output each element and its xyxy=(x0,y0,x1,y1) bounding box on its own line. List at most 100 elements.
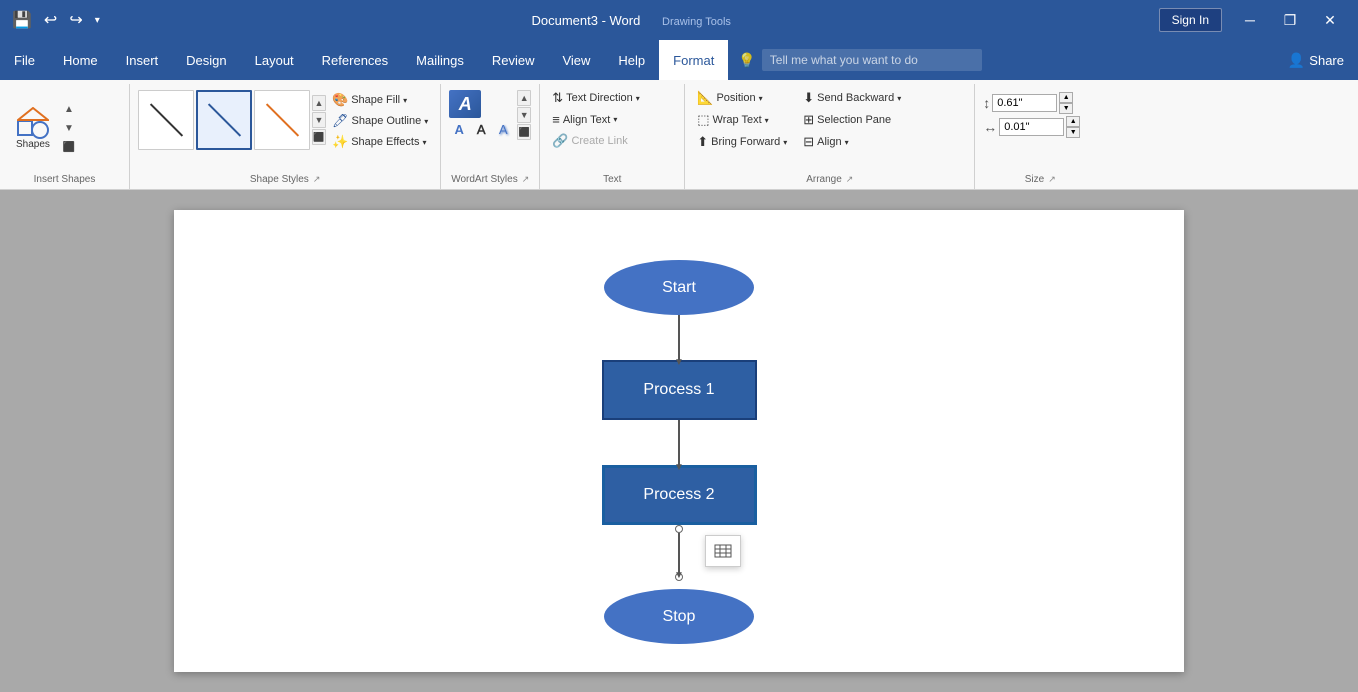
shape-effects-button[interactable]: ✨ Shape Effects ▾ xyxy=(328,132,432,152)
height-input[interactable] xyxy=(992,94,1057,112)
bring-forward-icon: ⬆ xyxy=(697,134,708,150)
tell-me-bar[interactable]: 💡 xyxy=(728,40,1274,80)
wordart-scroll-down[interactable]: ▼ xyxy=(517,107,531,123)
align-text-dropdown: ▾ xyxy=(613,115,617,124)
shapes-icon xyxy=(17,107,49,139)
size-expand-icon[interactable]: ↗ xyxy=(1048,174,1056,185)
canvas-area[interactable]: Start Process 1 Process 2 xyxy=(0,190,1358,692)
menu-format[interactable]: Format xyxy=(659,40,728,80)
shape-fill-button[interactable]: 🎨 Shape Fill ▾ xyxy=(328,90,432,110)
wordart-styles-group: A A A A ▲ ▼ ⬛ WordArt Styles ↗ xyxy=(441,84,540,189)
wrap-text-button[interactable]: ⬚ Wrap Text ▾ xyxy=(693,110,791,130)
size-group: ↕ ▲ ▼ ↔ ▲ ▼ Size ↗ xyxy=(975,84,1105,189)
arrow-2 xyxy=(678,420,680,465)
align-button[interactable]: ⊟ Align ▾ xyxy=(799,132,905,152)
start-shape[interactable]: Start xyxy=(604,260,754,315)
arrange-expand-icon[interactable]: ↗ xyxy=(846,174,854,185)
width-spinner: ▲ ▼ xyxy=(1066,116,1080,138)
style-scroll-expand[interactable]: ⬛ xyxy=(312,129,326,145)
create-link-button[interactable]: 🔗 Create Link xyxy=(548,131,644,151)
process1-shape[interactable]: Process 1 xyxy=(602,360,757,420)
qat-more-button[interactable]: ▾ xyxy=(91,11,104,30)
menu-mailings[interactable]: Mailings xyxy=(402,40,478,80)
wrap-text-icon: ⬚ xyxy=(697,112,709,128)
height-icon: ↕ xyxy=(983,95,990,111)
wordart-text-fill[interactable]: A xyxy=(449,120,469,138)
menu-view[interactable]: View xyxy=(548,40,604,80)
position-button[interactable]: 📐 Position ▾ xyxy=(693,88,791,108)
outline-icon: 🖊 xyxy=(332,113,349,129)
height-spin-up[interactable]: ▲ xyxy=(1059,92,1073,103)
sign-in-button[interactable]: Sign In xyxy=(1159,8,1222,32)
width-spin-down[interactable]: ▼ xyxy=(1066,127,1080,138)
connector-section: ▼ xyxy=(675,525,683,581)
menu-review[interactable]: Review xyxy=(478,40,549,80)
close-button[interactable]: ✕ xyxy=(1310,4,1350,36)
menu-design[interactable]: Design xyxy=(172,40,240,80)
height-spinner: ▲ ▼ xyxy=(1059,92,1073,114)
menu-help[interactable]: Help xyxy=(604,40,659,80)
wordart-text-effects[interactable]: A xyxy=(493,120,513,138)
tell-me-input[interactable] xyxy=(762,49,982,71)
shape-styles-expand-icon[interactable]: ↗ xyxy=(313,174,321,185)
wordart-scroll-expand[interactable]: ⬛ xyxy=(517,124,531,140)
wordart-scroll-up[interactable]: ▲ xyxy=(517,90,531,106)
flowchart: Start Process 1 Process 2 xyxy=(602,260,757,644)
floating-toolbar-inner xyxy=(705,535,741,567)
share-button[interactable]: 👤 Share xyxy=(1274,40,1358,80)
insert-shapes-group: Shapes ▲ ▼ ⬛ Insert Shapes xyxy=(0,84,130,189)
minimize-button[interactable]: ─ xyxy=(1230,4,1270,36)
menu-layout[interactable]: Layout xyxy=(241,40,308,80)
process2-shape[interactable]: Process 2 xyxy=(602,465,757,525)
width-input[interactable] xyxy=(999,118,1064,136)
width-spin-up[interactable]: ▲ xyxy=(1066,116,1080,127)
wordart-text-outline[interactable]: A xyxy=(471,120,491,138)
menu-insert[interactable]: Insert xyxy=(112,40,173,80)
arrange-group-label: Arrange ↗ xyxy=(689,172,970,189)
line-preview-black xyxy=(149,103,182,136)
align-icon: ⊟ xyxy=(803,134,814,150)
shape-styles-label: Shape Styles ↗ xyxy=(134,172,436,189)
effects-icon: ✨ xyxy=(332,134,348,150)
shape-outline-button[interactable]: 🖊 Shape Outline ▾ xyxy=(328,111,432,131)
wordart-a-button[interactable]: A xyxy=(449,90,481,118)
shapes-expand[interactable]: ⬛ xyxy=(60,138,78,156)
style-scroll-down[interactable]: ▼ xyxy=(312,112,326,128)
arrange-right-col: ⬇ Send Backward ▾ ⊞ Selection Pane ⊟ Ali… xyxy=(799,88,905,152)
shape-style-1[interactable] xyxy=(138,90,194,150)
save-button[interactable]: 💾 xyxy=(8,6,36,34)
selection-pane-button[interactable]: ⊞ Selection Pane xyxy=(799,110,905,130)
menu-references[interactable]: References xyxy=(308,40,402,80)
restore-button[interactable]: ❐ xyxy=(1270,4,1310,36)
arrange-content: 📐 Position ▾ ⬚ Wrap Text ▾ ⬆ Bring Forwa… xyxy=(689,84,970,172)
shape-style-3[interactable] xyxy=(254,90,310,150)
wordart-expand-icon[interactable]: ↗ xyxy=(522,174,530,185)
text-direction-button[interactable]: ⇅ Text Direction ▾ xyxy=(548,88,644,108)
shapes-button[interactable]: Shapes xyxy=(8,103,58,154)
height-spin-down[interactable]: ▼ xyxy=(1059,103,1073,114)
align-text-button[interactable]: ≡ Align Text ▾ xyxy=(548,110,644,129)
insert-shapes-content: Shapes ▲ ▼ ⬛ xyxy=(4,84,125,172)
wordart-content: A A A A ▲ ▼ ⬛ xyxy=(445,84,535,172)
document-page[interactable]: Start Process 1 Process 2 xyxy=(174,210,1184,672)
shape-style-2[interactable] xyxy=(196,90,252,150)
arrange-group: 📐 Position ▾ ⬚ Wrap Text ▾ ⬆ Bring Forwa… xyxy=(685,84,975,189)
redo-button[interactable]: ↪ xyxy=(65,6,86,34)
menu-home[interactable]: Home xyxy=(49,40,112,80)
shape-style-btns: 🎨 Shape Fill ▾ 🖊 Shape Outline ▾ ✨ Shape… xyxy=(328,90,432,152)
undo-button[interactable]: ↩ xyxy=(40,6,61,34)
size-content: ↕ ▲ ▼ ↔ ▲ ▼ xyxy=(979,84,1101,172)
send-backward-button[interactable]: ⬇ Send Backward ▾ xyxy=(799,88,905,108)
doc-title: Document3 - Word xyxy=(531,13,640,28)
stop-shape[interactable]: Stop xyxy=(604,589,754,644)
shapes-scroll-down[interactable]: ▼ xyxy=(60,119,78,137)
width-row: ↔ ▲ ▼ xyxy=(983,116,1080,138)
shape-style-scroll: ▲ ▼ ⬛ xyxy=(312,95,326,145)
bring-forward-button[interactable]: ⬆ Bring Forward ▾ xyxy=(693,132,791,152)
menu-file[interactable]: File xyxy=(0,40,49,80)
bring-forward-dropdown: ▾ xyxy=(783,138,787,147)
style-scroll-up[interactable]: ▲ xyxy=(312,95,326,111)
shape-styles-group: ▲ ▼ ⬛ 🎨 Shape Fill ▾ 🖊 Shape Outline ▾ xyxy=(130,84,441,189)
ft-table-icon[interactable] xyxy=(710,540,736,562)
shapes-scroll-up[interactable]: ▲ xyxy=(60,100,78,118)
